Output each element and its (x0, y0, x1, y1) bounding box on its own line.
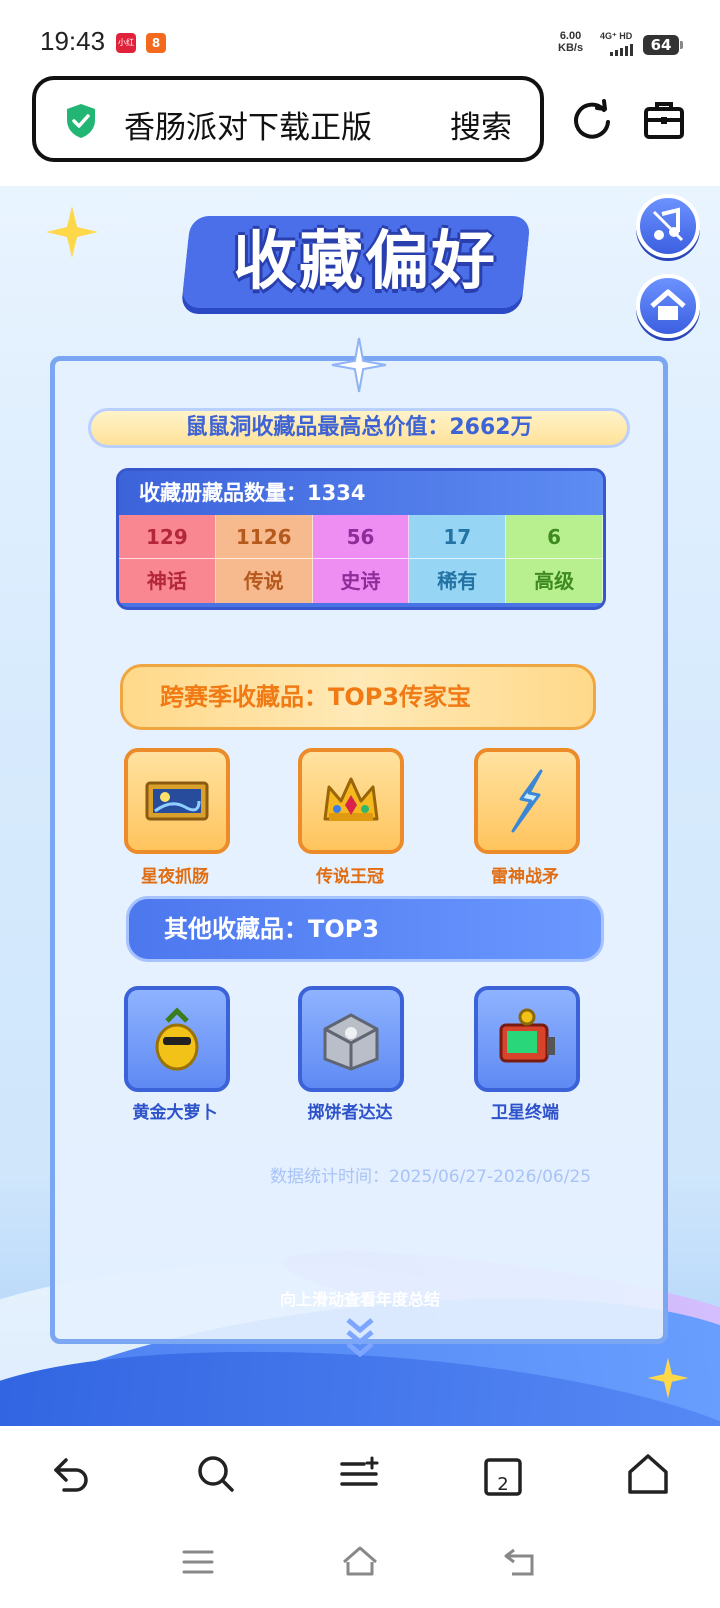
collection-count-table: 收藏册藏品数量：1334 129 1126 56 17 6 神话 传说 史诗 稀… (116, 468, 606, 610)
tier-count: 56 (312, 515, 410, 559)
legacy-item-card[interactable] (298, 748, 404, 854)
menu-icon[interactable] (338, 1452, 382, 1496)
search-button[interactable]: 搜索 (450, 102, 512, 147)
double-chevron-down-icon[interactable] (342, 1314, 378, 1358)
net-speed-value: 6.00 (559, 30, 582, 42)
sparkle-icon (647, 1357, 689, 1399)
other-item-name: 卫星终端 (491, 1103, 559, 1123)
system-back-icon[interactable] (500, 1542, 540, 1582)
tier-count: 1126 (215, 515, 313, 559)
legacy-item-card[interactable] (474, 748, 580, 854)
music-toggle-button[interactable] (636, 194, 700, 258)
back-icon[interactable] (50, 1452, 94, 1496)
other-section-title: 其他收藏品：TOP3 (164, 915, 380, 943)
legacy-section-title: 跨赛季收藏品：TOP3传家宝 (160, 683, 472, 711)
home-button[interactable] (636, 274, 700, 338)
tab-count: 2 (497, 1474, 509, 1495)
tier-name: 传说 (215, 559, 313, 603)
refresh-icon[interactable] (570, 98, 614, 142)
network-type: 4G⁺ HD (600, 31, 633, 41)
signal-icon (610, 44, 633, 56)
lightning-spear-icon (511, 769, 543, 833)
notification-app-icon: 8 (146, 33, 166, 53)
crown-icon (323, 777, 379, 821)
notification-app-icon: 小红书 (116, 33, 136, 67)
tier-name: 稀有 (409, 559, 507, 603)
search-icon[interactable] (194, 1452, 238, 1496)
other-item-name: 黄金大萝卜 (132, 1103, 218, 1123)
scroll-hint-text: 向上滑动查看年度总结 (279, 1290, 440, 1309)
recent-apps-icon[interactable] (180, 1544, 216, 1580)
status-bar: 19:43 小红书 8 6.00 KB/s 4G⁺ HD 64 (0, 0, 720, 76)
other-item-card[interactable] (124, 986, 230, 1092)
other-item-name: 掷饼者达达 (307, 1103, 393, 1123)
golden-radish-icon (155, 1007, 199, 1071)
sparkle-icon (46, 206, 98, 258)
search-query[interactable]: 香肠派对下载正版 (124, 102, 372, 147)
painting-icon (145, 781, 209, 821)
net-speed: 6.00 KB/s (558, 30, 583, 54)
legacy-item-name: 雷神战矛 (491, 867, 559, 887)
page-title: 收藏偏好 (233, 225, 497, 299)
tier-count: 129 (119, 515, 216, 559)
collection-count-label: 收藏册藏品数量： (139, 481, 307, 505)
legacy-item-name: 星夜抓肠 (141, 867, 209, 887)
collection-count-header: 收藏册藏品数量：1334 (119, 471, 603, 515)
snowflake-ornament-icon (331, 337, 387, 393)
other-item-card[interactable] (298, 986, 404, 1092)
satellite-terminal-icon (499, 1008, 555, 1063)
home-icon (650, 289, 686, 320)
max-value-text: 鼠鼠洞收藏品最高总价值：2662万 (185, 415, 533, 440)
other-item-card[interactable] (474, 986, 580, 1092)
stat-time-text: 数据统计时间：2025/06/27-2026/06/25 (270, 1167, 592, 1187)
collection-count-value: 1334 (307, 481, 366, 505)
discus-thrower-statue-icon (323, 1013, 379, 1071)
legacy-item-name: 传说王冠 (316, 867, 384, 887)
system-home-icon[interactable] (338, 1542, 382, 1582)
net-speed-unit: KB/s (558, 42, 584, 54)
home-icon[interactable] (626, 1452, 670, 1496)
battery-icon: 64 (643, 35, 683, 55)
shield-icon (67, 104, 95, 138)
music-off-icon (652, 207, 684, 242)
tier-count: 6 (506, 515, 603, 559)
status-time: 19:43 (40, 26, 106, 56)
legacy-item-card[interactable] (124, 748, 230, 854)
tier-name: 神话 (119, 559, 216, 603)
web-content: 收藏偏好 鼠鼠洞收藏品最高总价值：2662万 收藏册藏品数量：1334 129 … (0, 186, 720, 1426)
tier-name: 史诗 (312, 559, 410, 603)
tier-count: 17 (409, 515, 507, 559)
search-bar[interactable]: 香肠派对下载正版 搜索 (32, 76, 544, 162)
tier-name: 高级 (506, 559, 603, 603)
toolbox-icon[interactable] (642, 98, 686, 142)
